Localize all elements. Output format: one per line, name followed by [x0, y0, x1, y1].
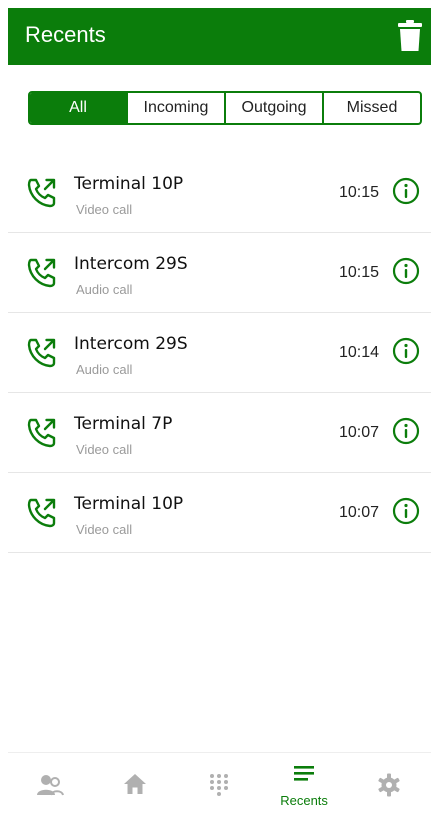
info-icon[interactable] [392, 497, 420, 525]
outgoing-call-icon [27, 498, 56, 528]
list-item[interactable]: Intercom 29S Audio call 10:15 [8, 233, 431, 313]
info-icon[interactable] [392, 337, 420, 365]
recents-list-icon [294, 766, 315, 781]
home-icon [123, 774, 146, 794]
info-icon[interactable] [392, 177, 420, 205]
call-time: 10:15 [338, 184, 379, 201]
tab-missed[interactable]: Missed [322, 93, 420, 123]
info-icon[interactable] [392, 417, 420, 445]
call-time: 10:07 [338, 424, 379, 441]
trash-icon[interactable] [397, 20, 423, 52]
call-time: 10:07 [338, 504, 379, 521]
page-title: Recents [25, 22, 106, 47]
call-time: 10:14 [338, 344, 379, 361]
caller-name: Intercom 29S [74, 254, 188, 274]
tab-incoming[interactable]: Incoming [126, 93, 224, 123]
list-item[interactable]: Intercom 29S Audio call 10:14 [8, 313, 431, 393]
caller-name: Terminal 10P [74, 494, 184, 514]
dialpad-icon [210, 774, 229, 796]
caller-name: Terminal 7P [74, 414, 173, 434]
list-item[interactable]: Terminal 10P Video call 10:07 [8, 473, 431, 553]
tab-all[interactable]: All [30, 93, 126, 123]
call-filter-tabs: All Incoming Outgoing Missed [28, 91, 422, 125]
bottom-navigation: Recents [8, 752, 431, 816]
call-type: Video call [76, 442, 133, 457]
nav-dialpad[interactable] [177, 753, 262, 816]
nav-settings[interactable] [346, 753, 431, 816]
outgoing-call-icon [27, 418, 56, 448]
tab-outgoing[interactable]: Outgoing [224, 93, 322, 123]
list-item[interactable]: Terminal 7P Video call 10:07 [8, 393, 431, 473]
recent-calls-list: Terminal 10P Video call 10:15 Intercom 2… [8, 153, 431, 553]
app-header: Recents [8, 8, 431, 65]
contacts-icon [37, 775, 65, 796]
outgoing-call-icon [27, 338, 56, 368]
info-icon[interactable] [392, 257, 420, 285]
nav-contacts[interactable] [8, 753, 93, 816]
call-type: Audio call [76, 282, 133, 297]
caller-name: Intercom 29S [74, 334, 188, 354]
nav-recents-label: Recents [280, 793, 328, 808]
call-type: Video call [76, 202, 133, 217]
gear-icon [378, 773, 400, 797]
list-item[interactable]: Terminal 10P Video call 10:15 [8, 153, 431, 233]
outgoing-call-icon [27, 178, 56, 208]
nav-home[interactable] [93, 753, 178, 816]
call-time: 10:15 [338, 264, 379, 281]
call-type: Audio call [76, 362, 133, 377]
call-type: Video call [76, 522, 133, 537]
nav-recents[interactable]: Recents [262, 753, 347, 816]
outgoing-call-icon [27, 258, 56, 288]
caller-name: Terminal 10P [74, 174, 184, 194]
